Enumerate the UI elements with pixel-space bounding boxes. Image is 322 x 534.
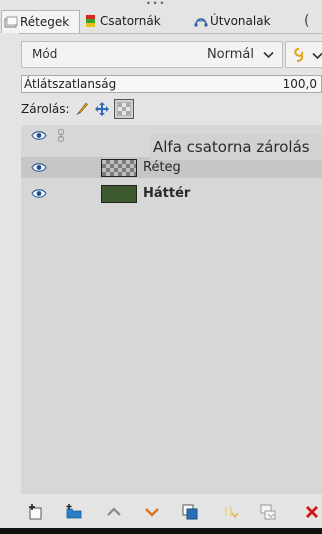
chevron-down-icon (263, 51, 274, 59)
composite-mode-button[interactable] (285, 41, 322, 68)
layer-thumbnail (101, 185, 137, 203)
lock-label: Zárolás: (21, 102, 70, 116)
layer-list[interactable]: Réteg Háttér (21, 125, 322, 494)
eye-icon[interactable] (31, 188, 47, 199)
anchor-layer-icon[interactable] (221, 503, 239, 521)
delete-layer-icon[interactable] (303, 503, 321, 521)
duplicate-layer-icon[interactable] (181, 503, 199, 521)
opacity-label: Átlátszatlanság (24, 77, 117, 91)
merge-layer-icon[interactable] (259, 503, 277, 521)
dock-left-edge (0, 33, 19, 528)
layer-toolbar (21, 500, 322, 524)
eye-icon[interactable] (31, 162, 47, 173)
layer-name[interactable]: Réteg (143, 157, 181, 178)
paths-icon (194, 18, 208, 27)
bottom-strip (0, 528, 322, 534)
raise-layer-icon[interactable] (105, 503, 123, 521)
layer-row-reteg[interactable]: Réteg (21, 157, 322, 178)
lock-alpha-icon (117, 102, 131, 116)
new-layer-icon[interactable] (27, 503, 45, 521)
opacity-spinscale[interactable]: Átlátszatlanság 100,0 (21, 75, 322, 93)
tab-layers[interactable]: Rétegek (1, 10, 80, 33)
tab-paths-label: Útvonalak (210, 14, 271, 28)
mode-select[interactable]: Mód Normál (21, 41, 283, 68)
new-group-icon[interactable] (65, 503, 83, 521)
layer-thumbnail (101, 159, 137, 177)
lock-pixels-icon[interactable] (73, 101, 89, 117)
lock-row: Zárolás: (21, 99, 322, 119)
lock-alpha-tooltip: Alfa csatorna zárolás (150, 134, 322, 160)
dock-grip[interactable]: ••• (146, 0, 176, 8)
mode-label: Mód (32, 47, 58, 61)
lock-alpha-button[interactable] (114, 99, 134, 119)
chain-icon[interactable] (56, 129, 66, 142)
layers-icon (4, 16, 18, 28)
lock-position-icon[interactable] (94, 101, 110, 117)
chevron-down-icon (312, 52, 322, 60)
eye-icon[interactable] (31, 130, 47, 141)
channels-icon (86, 15, 95, 27)
tab-layers-label: Rétegek (20, 15, 70, 29)
tab-channels-label: Csatornák (100, 14, 161, 28)
composite-swirl-icon (294, 48, 304, 62)
tab-channels[interactable]: Csatornák (82, 10, 192, 32)
layer-row-hatter[interactable]: Háttér (21, 183, 322, 204)
dock-tabs: Rétegek Csatornák Útvonalak ( (0, 10, 322, 34)
tab-paths[interactable]: Útvonalak (192, 10, 292, 32)
layer-name[interactable]: Háttér (143, 183, 190, 204)
dock-menu-icon[interactable]: ( (304, 10, 309, 32)
lower-layer-icon[interactable] (143, 503, 161, 521)
opacity-value: 100,0 (282, 77, 317, 91)
mode-value: Normál (206, 47, 254, 62)
layers-dock: ••• Rétegek Csatornák Útvonalak (Mód No… (0, 0, 322, 534)
